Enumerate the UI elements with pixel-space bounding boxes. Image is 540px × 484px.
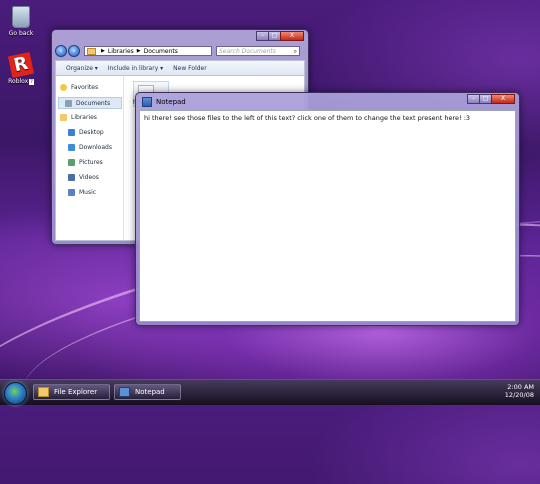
roblox-label-row: Roblox? [4,78,38,85]
explorer-window-controls: – □ X [256,31,304,41]
taskbar-button-file-explorer[interactable]: File Explorer [33,384,110,400]
chevron-right-icon: ▶ [136,48,141,54]
notepad-header: Notepad [142,97,186,107]
search-input[interactable]: Search Documents ⌕ [216,46,300,56]
roblox-shortcut[interactable]: R Roblox? [4,51,38,85]
forward-icon[interactable]: › [68,45,80,57]
notepad-title: Notepad [156,98,186,106]
sidebar-item-label: Videos [79,173,99,181]
sidebar-item-libraries[interactable]: Libraries [60,112,97,122]
recycle-bin-label: Go back [8,30,34,37]
sidebar-item-label: Pictures [79,158,103,166]
music-icon [68,188,75,196]
recycle-bin-shortcut[interactable]: Go back [6,6,36,37]
pictures-icon [68,158,75,166]
roblox-icon: R [7,51,35,79]
taskbar-button-notepad[interactable]: Notepad [114,384,181,400]
sidebar-item-pictures[interactable]: Pictures [68,157,103,167]
taskbar-button-label: File Explorer [54,388,98,396]
navigation-pane: Favorites Documents Libraries Desktop Do… [56,76,124,240]
folder-icon [87,47,96,55]
back-icon[interactable]: ‹ [55,45,67,57]
sidebar-item-label: Desktop [79,128,104,136]
sidebar-item-documents[interactable]: Documents [58,97,122,109]
system-clock[interactable]: 2:00 AM 12/20/08 [505,383,534,399]
sidebar-item-label: Music [79,188,97,196]
notepad-icon [119,387,130,397]
sidebar-item-favorites[interactable]: Favorites [60,82,98,92]
close-button[interactable]: X [491,94,515,104]
videos-icon [68,173,75,181]
folder-icon [38,387,49,397]
breadcrumb-libraries[interactable]: Libraries [108,48,134,55]
sidebar-item-label: Documents [76,99,111,107]
clock-date: 12/20/08 [504,391,534,399]
sidebar-item-label: Downloads [79,143,112,151]
taskbar: File Explorer Notepad 2:00 AM 12/20/08 [0,379,540,405]
new-folder-button[interactable]: New Folder [173,65,207,72]
breadcrumb-documents[interactable]: Documents [144,48,178,55]
taskbar-button-label: Notepad [135,388,165,396]
organize-button[interactable]: Organize ▾ [66,65,98,72]
recycle-bin-icon [12,6,30,28]
notepad-icon [142,97,152,107]
sidebar-item-label: Libraries [71,113,97,121]
notepad-text: hi there! see those files to the left of… [144,114,471,122]
sidebar-item-downloads[interactable]: Downloads [68,142,112,152]
address-bar[interactable]: ▶ Libraries ▶ Documents [84,46,212,56]
search-icon[interactable]: ⌕ [294,47,297,56]
close-button[interactable]: X [280,31,304,41]
notepad-window-controls: – □ X [467,94,515,104]
sidebar-item-label: Favorites [71,83,99,91]
library-icon [60,113,67,121]
notepad-titlebar[interactable]: – □ X [136,93,519,106]
search-placeholder: Search Documents [219,48,276,55]
star-icon [60,83,67,91]
notepad-window: – □ X Notepad hi there! see those files … [135,92,520,326]
explorer-titlebar[interactable]: – □ X [52,30,308,43]
explorer-toolbar: Organize ▾ Include in library ▾ New Fold… [55,60,305,76]
clock-time: 2:00 AM [507,383,534,391]
notepad-text-area[interactable]: hi there! see those files to the left of… [139,110,516,322]
downloads-icon [68,143,75,151]
include-in-library-button[interactable]: Include in library ▾ [108,65,163,72]
sidebar-item-desktop[interactable]: Desktop [68,127,104,137]
documents-icon [65,99,72,107]
roblox-label: Roblox [8,78,29,85]
sidebar-item-music[interactable]: Music [68,187,96,197]
address-row: ‹ › ▶ Libraries ▶ Documents Search Docum… [55,45,305,57]
start-button[interactable] [4,382,27,405]
desktop-icon [68,128,75,136]
chevron-right-icon: ▶ [101,48,105,54]
sidebar-item-videos[interactable]: Videos [68,172,99,182]
shortcut-badge: ? [29,79,34,85]
